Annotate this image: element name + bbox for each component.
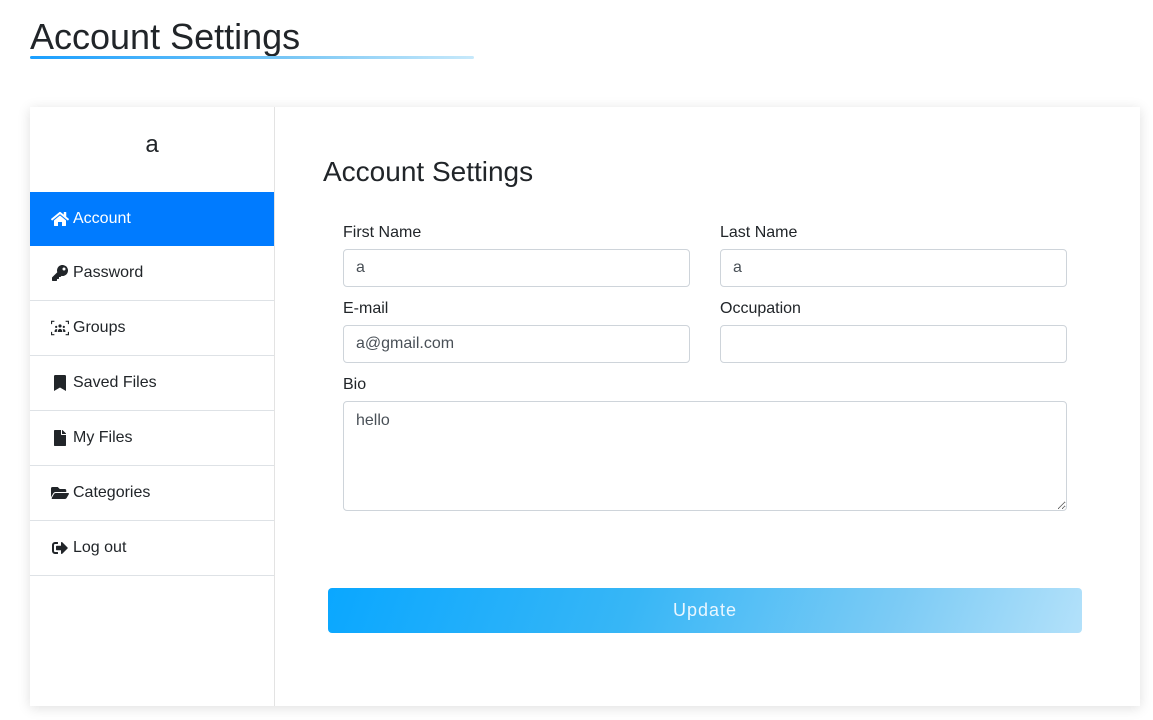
sidebar-item-label: Password	[73, 264, 144, 281]
sidebar-item-label: Saved Files	[73, 374, 157, 391]
sign-out-icon	[50, 540, 69, 556]
email-label: E-mail	[343, 300, 389, 317]
folder-open-icon	[50, 485, 69, 501]
sidebar: a Account Password Groups Saved Files My…	[30, 107, 275, 706]
last-name-input[interactable]	[720, 249, 1067, 287]
sidebar-item-password[interactable]: Password	[30, 246, 274, 301]
occupation-field-group: Occupation	[720, 299, 1067, 363]
sidebar-item-log-out[interactable]: Log out	[30, 521, 274, 576]
first-name-field-group: First Name	[343, 223, 690, 287]
sidebar-item-my-files[interactable]: My Files	[30, 411, 274, 466]
section-title: Account Settings	[323, 156, 534, 187]
sidebar-item-account[interactable]: Account	[30, 192, 274, 246]
last-name-label: Last Name	[720, 224, 798, 241]
sidebar-item-label: Categories	[73, 484, 151, 501]
file-icon	[50, 430, 69, 446]
title-underline	[30, 56, 474, 59]
email-field-group: E-mail	[343, 299, 690, 363]
sidebar-item-label: Log out	[73, 539, 127, 556]
sidebar-item-groups[interactable]: Groups	[30, 301, 274, 356]
first-name-input[interactable]	[343, 249, 690, 287]
update-button[interactable]: Update	[328, 588, 1082, 633]
bio-field-group: Bio hello	[343, 375, 1067, 516]
main-content: Account Settings First Name Last Name E-…	[275, 107, 1140, 706]
occupation-label: Occupation	[720, 300, 801, 317]
bio-label: Bio	[343, 376, 367, 393]
sidebar-item-label: Groups	[73, 319, 126, 336]
home-icon	[50, 211, 69, 227]
key-icon	[50, 265, 69, 281]
account-form: First Name Last Name E-mail Occupation B…	[323, 223, 1087, 528]
sidebar-item-categories[interactable]: Categories	[30, 466, 274, 521]
bio-textarea[interactable]: hello	[343, 401, 1067, 511]
users-icon	[50, 320, 69, 336]
occupation-input[interactable]	[720, 325, 1067, 363]
last-name-field-group: Last Name	[720, 223, 1067, 287]
email-input[interactable]	[343, 325, 690, 363]
sidebar-item-label: My Files	[73, 429, 133, 446]
page-header: Account Settings	[30, 16, 300, 58]
sidebar-item-label: Account	[73, 209, 131, 227]
sidebar-item-saved-files[interactable]: Saved Files	[30, 356, 274, 411]
page-title: Account Settings	[30, 16, 301, 57]
settings-card: a Account Password Groups Saved Files My…	[30, 107, 1140, 706]
user-name: a	[145, 131, 159, 158]
bookmark-icon	[50, 375, 69, 391]
first-name-label: First Name	[343, 224, 422, 241]
